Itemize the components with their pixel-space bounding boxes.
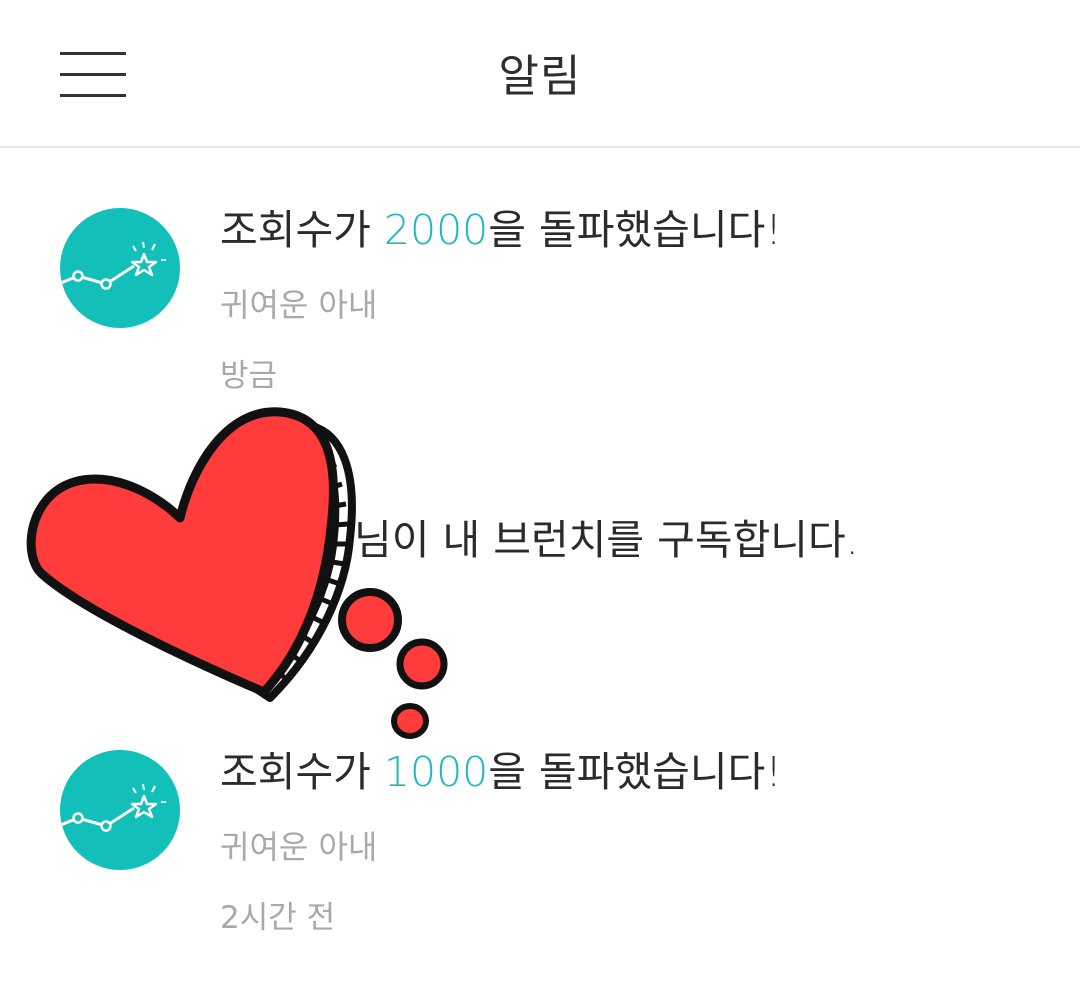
- title-suffix: 을 돌파했습니다!: [488, 748, 782, 796]
- notification-time: 방금: [220, 358, 278, 394]
- notification-item[interactable]: 님이 내 브런치를 구독합니다.: [0, 450, 1080, 710]
- notification-item[interactable]: 조회수가 1000을 돌파했습니다! 귀여운 아내 2시간 전: [0, 690, 1080, 960]
- title-prefix: 조회수가: [220, 748, 384, 796]
- app-header: 알림: [0, 0, 1080, 148]
- notification-item[interactable]: 조회수가 2000을 돌파했습니다! 귀여운 아내 방금: [0, 150, 1080, 420]
- view-count-highlight: 2000: [383, 206, 489, 254]
- title-suffix: 님이 내 브런치를 구독합니다.: [354, 516, 859, 564]
- notification-time: 2시간 전: [220, 900, 336, 936]
- notification-title: 조회수가 2000을 돌파했습니다!: [220, 206, 782, 255]
- page-title: 알림: [498, 51, 582, 102]
- notification-subtitle: 귀여운 아내: [220, 828, 378, 866]
- stats-star-icon: [60, 750, 180, 870]
- title-suffix: 을 돌파했습니다!: [488, 206, 782, 254]
- view-count-highlight: 1000: [383, 748, 489, 796]
- notification-title: 님이 내 브런치를 구독합니다.: [220, 516, 859, 565]
- notification-subtitle: 귀여운 아내: [220, 286, 378, 324]
- notification-title: 조회수가 1000을 돌파했습니다!: [220, 748, 782, 797]
- title-prefix: 조회수가: [220, 206, 384, 254]
- stats-star-icon: [60, 208, 180, 328]
